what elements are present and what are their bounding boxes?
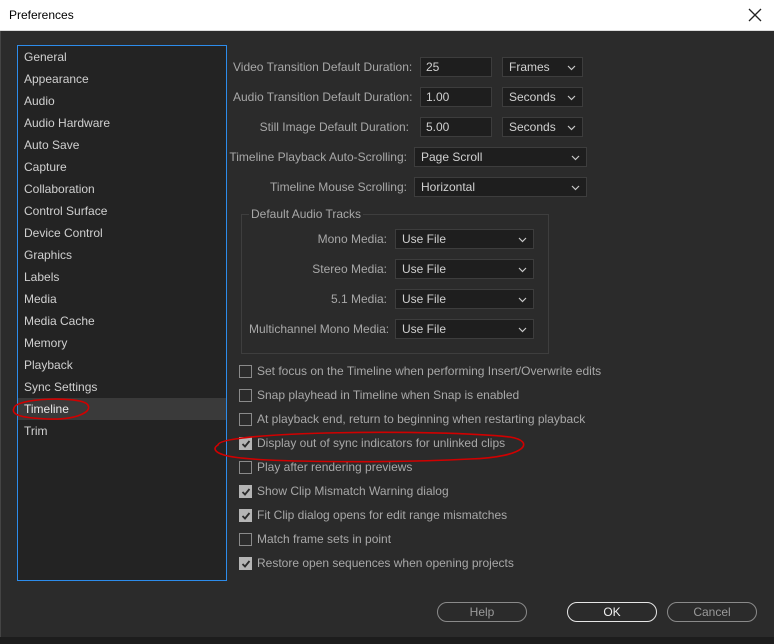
title-bar: Preferences bbox=[0, 0, 774, 31]
auto-scrolling-label: Timeline Playback Auto-Scrolling: bbox=[229, 150, 407, 164]
sidebar-item-general[interactable]: General bbox=[18, 46, 226, 68]
sidebar-item-labels[interactable]: Labels bbox=[18, 266, 226, 288]
window-bottom-edge bbox=[0, 637, 774, 644]
mouse-scrolling-select[interactable]: Horizontal bbox=[414, 177, 587, 197]
checkbox-fit-clip-dialog[interactable] bbox=[239, 508, 252, 522]
mono-media-value: Use File bbox=[402, 232, 447, 246]
option-set-focus[interactable]: Set focus on the Timeline when performin… bbox=[239, 363, 601, 379]
sidebar-item-collaboration[interactable]: Collaboration bbox=[18, 178, 226, 200]
mouse-scrolling-label: Timeline Mouse Scrolling: bbox=[270, 180, 407, 194]
chevron-down-icon bbox=[518, 325, 527, 334]
option-playback-end[interactable]: At playback end, return to beginning whe… bbox=[239, 411, 585, 427]
auto-scrolling-select[interactable]: Page Scroll bbox=[414, 147, 587, 167]
option-label: Show Clip Mismatch Warning dialog bbox=[257, 484, 449, 498]
sidebar-item-memory[interactable]: Memory bbox=[18, 332, 226, 354]
sidebar-item-audio-hardware[interactable]: Audio Hardware bbox=[18, 112, 226, 134]
option-restore-sequences[interactable]: Restore open sequences when opening proj… bbox=[239, 555, 514, 571]
sidebar-item-sync-settings[interactable]: Sync Settings bbox=[18, 376, 226, 398]
checkbox-set-focus[interactable] bbox=[239, 364, 252, 378]
chevron-down-icon bbox=[518, 295, 527, 304]
still-image-unit-select[interactable]: Seconds bbox=[502, 117, 583, 137]
multichannel-mono-label: Multichannel Mono Media: bbox=[249, 322, 390, 336]
checkbox-restore-sequences[interactable] bbox=[239, 556, 252, 570]
option-label: Fit Clip dialog opens for edit range mis… bbox=[257, 508, 508, 522]
help-button[interactable]: Help bbox=[437, 602, 527, 622]
checkbox-clip-mismatch-warning[interactable] bbox=[239, 484, 252, 498]
checkbox-play-after-rendering[interactable] bbox=[239, 460, 252, 474]
five-one-media-label: 5.1 Media: bbox=[330, 292, 387, 306]
checkmark-icon bbox=[241, 439, 251, 448]
option-label: Restore open sequences when opening proj… bbox=[257, 556, 514, 570]
close-icon bbox=[748, 8, 762, 22]
option-label: Match frame sets in point bbox=[257, 532, 392, 546]
sidebar-item-device-control[interactable]: Device Control bbox=[18, 222, 226, 244]
option-label: Play after rendering previews bbox=[257, 460, 413, 474]
video-transition-input[interactable]: 25 bbox=[420, 57, 492, 77]
option-label: Display out of sync indicators for unlin… bbox=[257, 436, 506, 450]
mouse-scrolling-value: Horizontal bbox=[421, 180, 476, 194]
preferences-dialog: General Appearance Audio Audio Hardware … bbox=[0, 31, 774, 644]
sidebar-item-timeline[interactable]: Timeline bbox=[18, 398, 226, 420]
chevron-down-icon bbox=[571, 183, 580, 192]
checkbox-playback-end[interactable] bbox=[239, 412, 252, 426]
checkbox-match-frame[interactable] bbox=[239, 532, 252, 546]
sidebar: General Appearance Audio Audio Hardware … bbox=[17, 45, 227, 581]
chevron-down-icon bbox=[567, 63, 576, 72]
default-audio-tracks-title: Default Audio Tracks bbox=[249, 207, 364, 221]
mono-media-select[interactable]: Use File bbox=[395, 229, 534, 249]
still-image-unit-value: Seconds bbox=[509, 120, 556, 134]
sidebar-item-audio[interactable]: Audio bbox=[18, 90, 226, 112]
still-image-input[interactable]: 5.00 bbox=[420, 117, 492, 137]
checkbox-out-of-sync-indicators[interactable] bbox=[239, 436, 252, 450]
option-clip-mismatch-warning[interactable]: Show Clip Mismatch Warning dialog bbox=[239, 483, 449, 499]
stereo-media-label: Stereo Media: bbox=[312, 262, 387, 276]
option-play-after-rendering[interactable]: Play after rendering previews bbox=[239, 459, 412, 475]
option-match-frame[interactable]: Match frame sets in point bbox=[239, 531, 391, 547]
audio-transition-input[interactable]: 1.00 bbox=[420, 87, 492, 107]
audio-transition-label: Audio Transition Default Duration: bbox=[233, 90, 413, 104]
close-button[interactable] bbox=[744, 4, 766, 26]
option-out-of-sync-indicators[interactable]: Display out of sync indicators for unlin… bbox=[239, 435, 505, 451]
mono-media-label: Mono Media: bbox=[317, 232, 387, 246]
checkbox-snap-playhead[interactable] bbox=[239, 388, 252, 402]
still-image-label: Still Image Default Duration: bbox=[259, 120, 409, 134]
window-title: Preferences bbox=[9, 8, 74, 22]
sidebar-item-control-surface[interactable]: Control Surface bbox=[18, 200, 226, 222]
sidebar-item-appearance[interactable]: Appearance bbox=[18, 68, 226, 90]
chevron-down-icon bbox=[571, 153, 580, 162]
checkmark-icon bbox=[241, 559, 251, 568]
audio-transition-unit-select[interactable]: Seconds bbox=[502, 87, 583, 107]
sidebar-item-playback[interactable]: Playback bbox=[18, 354, 226, 376]
option-label: At playback end, return to beginning whe… bbox=[257, 412, 586, 426]
multichannel-mono-value: Use File bbox=[402, 322, 447, 336]
chevron-down-icon bbox=[567, 93, 576, 102]
option-fit-clip-dialog[interactable]: Fit Clip dialog opens for edit range mis… bbox=[239, 507, 507, 523]
stereo-media-select[interactable]: Use File bbox=[395, 259, 534, 279]
chevron-down-icon bbox=[518, 235, 527, 244]
video-transition-label: Video Transition Default Duration: bbox=[233, 60, 413, 74]
sidebar-item-auto-save[interactable]: Auto Save bbox=[18, 134, 226, 156]
audio-transition-unit-value: Seconds bbox=[509, 90, 556, 104]
video-transition-unit-value: Frames bbox=[509, 60, 550, 74]
sidebar-item-graphics[interactable]: Graphics bbox=[18, 244, 226, 266]
option-label: Snap playhead in Timeline when Snap is e… bbox=[257, 388, 520, 402]
checkmark-icon bbox=[241, 511, 251, 520]
video-transition-unit-select[interactable]: Frames bbox=[502, 57, 583, 77]
checkmark-icon bbox=[241, 487, 251, 496]
sidebar-item-media[interactable]: Media bbox=[18, 288, 226, 310]
five-one-media-select[interactable]: Use File bbox=[395, 289, 534, 309]
sidebar-item-capture[interactable]: Capture bbox=[18, 156, 226, 178]
sidebar-item-trim[interactable]: Trim bbox=[18, 420, 226, 442]
chevron-down-icon bbox=[567, 123, 576, 132]
sidebar-item-media-cache[interactable]: Media Cache bbox=[18, 310, 226, 332]
five-one-media-value: Use File bbox=[402, 292, 447, 306]
option-snap-playhead[interactable]: Snap playhead in Timeline when Snap is e… bbox=[239, 387, 519, 403]
chevron-down-icon bbox=[518, 265, 527, 274]
stereo-media-value: Use File bbox=[402, 262, 447, 276]
ok-button[interactable]: OK bbox=[567, 602, 657, 622]
multichannel-mono-select[interactable]: Use File bbox=[395, 319, 534, 339]
auto-scrolling-value: Page Scroll bbox=[421, 150, 483, 164]
cancel-button[interactable]: Cancel bbox=[667, 602, 757, 622]
option-label: Set focus on the Timeline when performin… bbox=[257, 364, 602, 378]
